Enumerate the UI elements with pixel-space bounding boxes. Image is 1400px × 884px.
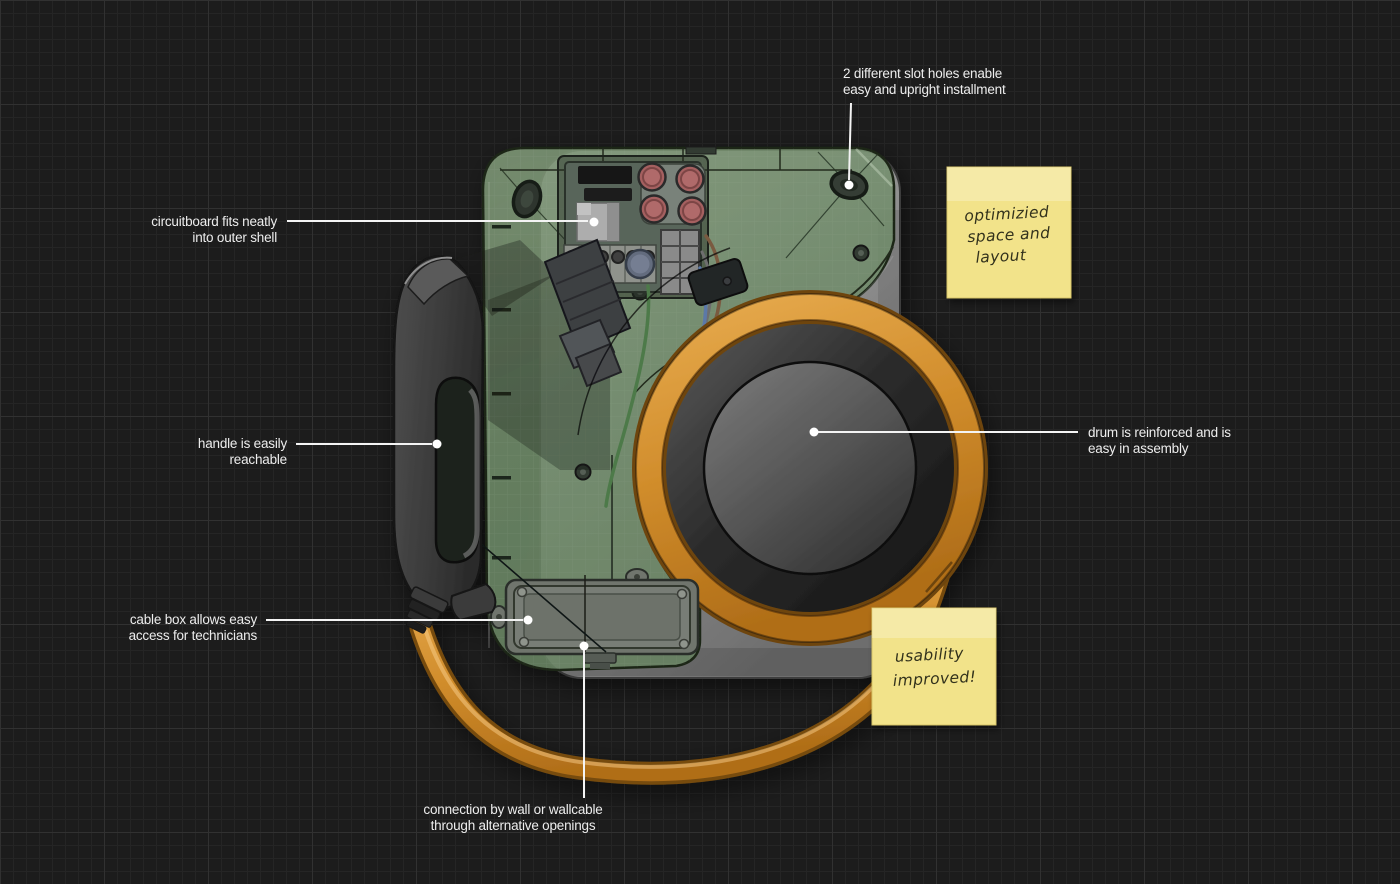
callout-label: easy in assembly <box>1088 441 1189 456</box>
design-annotation-board: 2 different slot holes enable easy and u… <box>0 0 1400 884</box>
callout-label: 2 different slot holes enable <box>843 66 1002 81</box>
callout-dot <box>845 181 854 190</box>
note-text: layout <box>975 246 1027 267</box>
cable-box-stub-2 <box>590 663 610 669</box>
callout-label: easy and upright installment <box>843 82 1006 97</box>
note-text: usability <box>894 644 964 666</box>
chip-black-1 <box>578 166 632 184</box>
illustration-canvas: 2 different slot holes enable easy and u… <box>0 0 1400 884</box>
callout-label: into outer shell <box>192 230 277 245</box>
callout-dot <box>524 616 533 625</box>
sticky-note-optimized: optimizied space and layout <box>947 167 1071 298</box>
callout-label: reachable <box>230 452 288 467</box>
callout-label: circuitboard fits neatly <box>151 214 277 229</box>
chip-black-2 <box>584 188 632 201</box>
handle-grip-cutout <box>436 378 478 563</box>
plug-handle <box>394 256 495 637</box>
callout-label: cable box allows easy <box>130 612 258 627</box>
sticky-note-usability: usability improved! <box>872 608 996 725</box>
callout-dot <box>433 440 442 449</box>
shell-top-clip <box>686 147 716 154</box>
drum-center <box>704 362 916 574</box>
round-capacitor <box>626 250 654 278</box>
callout-dot <box>580 642 589 651</box>
callout-dot <box>590 218 599 227</box>
callout-label: through alternative openings <box>431 818 596 833</box>
callout-dot <box>810 428 819 437</box>
callout-label: connection by wall or wallcable <box>423 802 602 817</box>
callout-label: handle is easily <box>198 436 288 451</box>
callout-label: access for technicians <box>129 628 258 643</box>
callout-label: drum is reinforced and is <box>1088 425 1231 440</box>
cable-box-stub <box>584 653 616 663</box>
